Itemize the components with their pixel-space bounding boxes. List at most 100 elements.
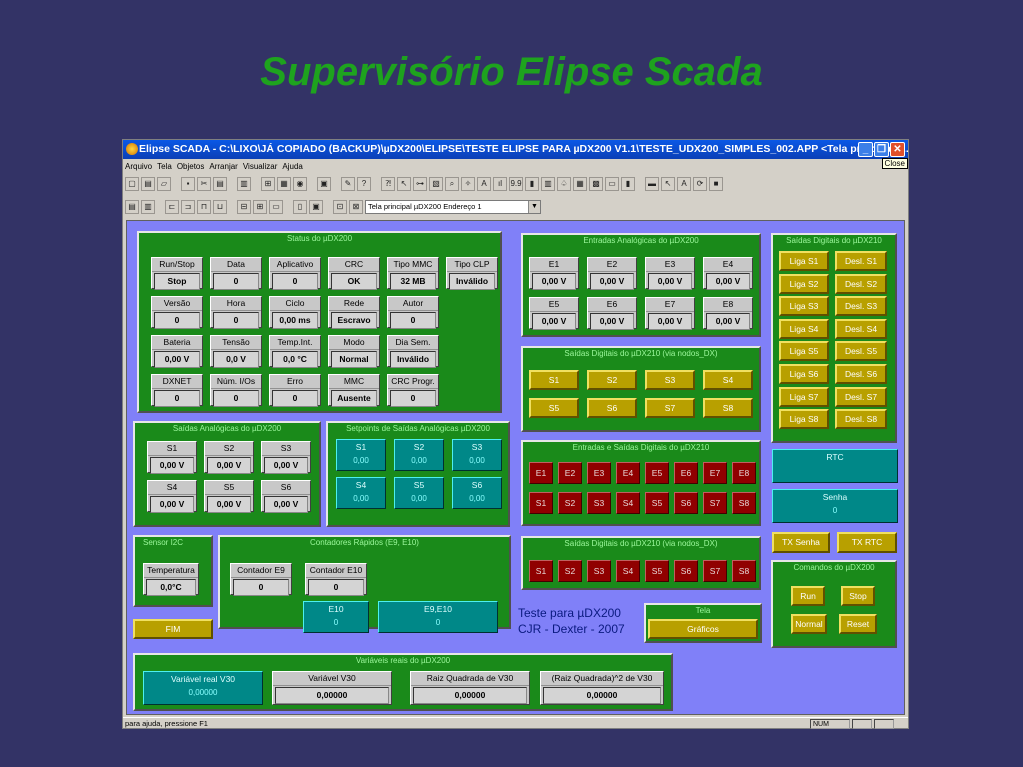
nodos2-output-s5[interactable]: S5 (645, 560, 669, 582)
graficos-button[interactable]: Gráficos (648, 619, 758, 639)
desl-s5-button[interactable]: Desl. S5 (835, 341, 887, 362)
setpoint-s1[interactable]: S1 0,00 (336, 439, 386, 471)
nodos-output-s6[interactable]: S6 (587, 398, 637, 418)
copy-icon[interactable]: ▤ (213, 177, 227, 191)
animation-tool-icon[interactable]: ✧ (461, 177, 475, 191)
window-titlebar[interactable]: Elipse SCADA - C:\LIXO\JÁ COPIADO (BACKU… (123, 140, 908, 159)
trend-tool-icon[interactable]: ▥ (541, 177, 555, 191)
rotate-disabled-icon[interactable]: ⟳ (693, 177, 707, 191)
tags-icon[interactable]: ⊞ (261, 177, 275, 191)
align-left-icon[interactable]: ▤ (125, 200, 139, 214)
picture-tool-icon[interactable]: ▩ (589, 177, 603, 191)
space-v-icon[interactable]: ⊞ (253, 200, 267, 214)
text-tool-icon[interactable]: A (477, 177, 491, 191)
v30-setpoint-input[interactable]: Variável real V30 0,00000 (143, 671, 263, 705)
desl-s6-button[interactable]: Desl. S6 (835, 364, 887, 384)
setpoint-tool-icon[interactable]: ▭ (605, 177, 619, 191)
table-tool-icon[interactable]: ▮ (525, 177, 539, 191)
liga-s7-button[interactable]: Liga S7 (779, 386, 829, 407)
slider-tool-icon[interactable]: ▬ (645, 177, 659, 191)
setpoint-s4[interactable]: S4 0,00 (336, 477, 386, 509)
desl-s8-button[interactable]: Desl. S8 (835, 409, 887, 430)
chevron-down-icon[interactable]: ▼ (528, 201, 540, 213)
desl-s3-button[interactable]: Desl. S3 (835, 296, 887, 317)
liga-s4-button[interactable]: Liga S4 (779, 318, 829, 339)
align-top-icon[interactable]: ⊏ (165, 200, 179, 214)
liga-s1-button[interactable]: Liga S1 (779, 251, 829, 271)
nodos2-output-s6[interactable]: S6 (674, 560, 698, 582)
context-help-icon[interactable]: ⁈ (381, 177, 395, 191)
button-tool-icon[interactable]: ⊶ (413, 177, 427, 191)
video-tool-icon[interactable]: ▮ (621, 177, 635, 191)
align-bottom-icon[interactable]: ⊐ (181, 200, 195, 214)
desl-s1-button[interactable]: Desl. S1 (835, 251, 887, 271)
liga-s5-button[interactable]: Liga S5 (779, 341, 829, 362)
nodos-output-s8[interactable]: S8 (703, 398, 753, 418)
value-tool-icon[interactable]: 9.9 (509, 177, 523, 191)
menu-tela[interactable]: Tela (157, 162, 172, 171)
gauge-tool-icon[interactable]: ▧ (429, 177, 443, 191)
nodos2-output-s1[interactable]: S1 (529, 560, 553, 582)
nodos-output-s1[interactable]: S1 (529, 370, 579, 390)
camera-icon[interactable]: ◉ (293, 177, 307, 191)
nodos-output-s4[interactable]: S4 (703, 370, 753, 390)
close-button[interactable]: ✕ (890, 142, 905, 157)
reset-button[interactable]: Reset (839, 614, 877, 634)
align-right-icon[interactable]: ▥ (141, 200, 155, 214)
rtc-display[interactable]: RTC (772, 449, 898, 483)
space-h-icon[interactable]: ⊟ (237, 200, 251, 214)
same-height-icon[interactable]: ▯ (293, 200, 307, 214)
pointer-icon[interactable]: ↖ (397, 177, 411, 191)
cursor-disabled-icon[interactable]: ↖ (661, 177, 675, 191)
open-icon[interactable]: ▱ (157, 177, 171, 191)
bar-tool-icon[interactable]: ıl (493, 177, 507, 191)
nodos-output-s7[interactable]: S7 (645, 398, 695, 418)
nodos2-output-s8[interactable]: S8 (732, 560, 756, 582)
counter-e9e10-reset[interactable]: E9,E10 0 (378, 601, 498, 633)
print-preview-icon[interactable]: ▦ (277, 177, 291, 191)
liga-s3-button[interactable]: Liga S3 (779, 296, 829, 317)
menu-arquivo[interactable]: Arquivo (125, 162, 152, 171)
menu-objetos[interactable]: Objetos (177, 162, 205, 171)
maximize-button[interactable]: ❐ (874, 142, 889, 157)
tools-icon[interactable]: ✎ (341, 177, 355, 191)
browser-tool-icon[interactable]: ▦ (573, 177, 587, 191)
setpoint-s5[interactable]: S5 0,00 (394, 477, 444, 509)
ungroup-icon[interactable]: ⊠ (349, 200, 363, 214)
setpoint-s2[interactable]: S2 0,00 (394, 439, 444, 471)
align-middle-icon[interactable]: ⊔ (213, 200, 227, 214)
new-file-icon[interactable]: ▤ (141, 177, 155, 191)
minimize-button[interactable]: _ (858, 142, 873, 157)
tx-senha-button[interactable]: TX Senha (772, 532, 830, 553)
nodos-output-s5[interactable]: S5 (529, 398, 579, 418)
nodos2-output-s3[interactable]: S3 (587, 560, 611, 582)
screen-select[interactable]: Tela principal µDX200 Endereço 1 ▼ (365, 200, 541, 214)
menu-ajuda[interactable]: Ajuda (282, 162, 302, 171)
help-icon[interactable]: ? (357, 177, 371, 191)
group-icon[interactable]: ⊡ (333, 200, 347, 214)
cut-icon[interactable]: ✂ (197, 177, 211, 191)
menu-visualizar[interactable]: Visualizar (243, 162, 278, 171)
same-size-icon[interactable]: ▣ (309, 200, 323, 214)
normal-button[interactable]: Normal (791, 614, 827, 634)
desl-s4-button[interactable]: Desl. S4 (835, 318, 887, 339)
senha-input[interactable]: Senha 0 (772, 489, 898, 523)
desl-s7-button[interactable]: Desl. S7 (835, 386, 887, 407)
liga-s6-button[interactable]: Liga S6 (779, 364, 829, 384)
nodos2-output-s2[interactable]: S2 (558, 560, 582, 582)
stop-disabled-icon[interactable]: ■ (709, 177, 723, 191)
same-width-icon[interactable]: ▭ (269, 200, 283, 214)
setpoint-s6[interactable]: S6 0,00 (452, 477, 502, 509)
new-screen-icon[interactable]: ▢ (125, 177, 139, 191)
text-disabled-icon[interactable]: A (677, 177, 691, 191)
menu-arranjar[interactable]: Arranjar (209, 162, 237, 171)
nodos-output-s3[interactable]: S3 (645, 370, 695, 390)
fim-button[interactable]: FIM (133, 619, 213, 639)
paste-icon[interactable]: ▥ (237, 177, 251, 191)
nodos2-output-s7[interactable]: S7 (703, 560, 727, 582)
liga-s2-button[interactable]: Liga S2 (779, 273, 829, 294)
display-tool-icon[interactable]: ⌕ (445, 177, 459, 191)
setpoint-s3[interactable]: S3 0,00 (452, 439, 502, 471)
alarm-tool-icon[interactable]: ♤ (557, 177, 571, 191)
liga-s8-button[interactable]: Liga S8 (779, 409, 829, 430)
